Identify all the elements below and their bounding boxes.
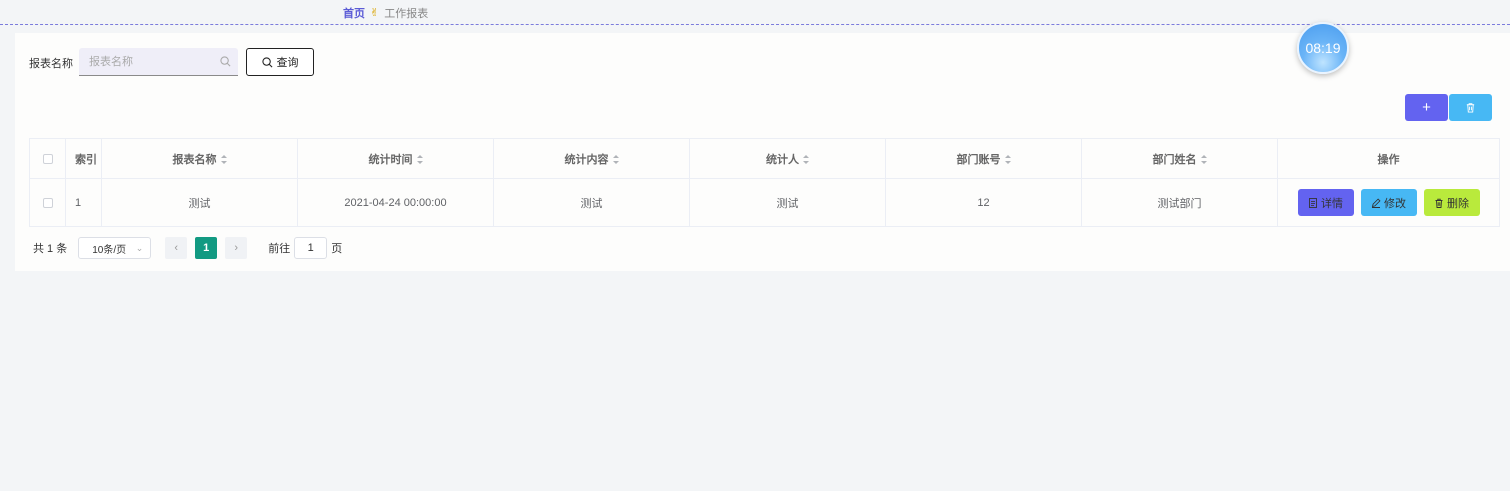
chevron-left-icon: ‹	[174, 242, 179, 254]
pagination: 共 1 条 10条/页 ⌄ ‹ 1 › 前往 页	[33, 237, 342, 259]
sort-icon[interactable]	[1200, 155, 1207, 165]
plus-icon: +	[1422, 99, 1431, 116]
trash-icon	[1466, 103, 1475, 113]
search-icon	[261, 56, 272, 67]
row-checkbox[interactable]	[42, 197, 53, 208]
breadcrumb-home-link[interactable]: 首页	[343, 5, 365, 21]
page-size-select[interactable]: 10条/页 ⌄	[78, 237, 152, 259]
edit-button[interactable]: 修改	[1360, 189, 1417, 216]
column-label: 索引	[75, 153, 97, 166]
column-header-stat-time[interactable]: 统计时间	[297, 138, 494, 179]
edit-button-label: 修改	[1384, 197, 1406, 210]
sort-icon[interactable]	[803, 155, 809, 165]
prev-page-button[interactable]: ‹	[165, 237, 188, 259]
cell-report-name: 测试	[101, 178, 298, 227]
cell-actions: 详情 修改 删除	[1277, 178, 1500, 227]
table-row: 1 测试 2021-04-24 00:00:00 测试 测试 12 测试部门 详…	[29, 178, 1500, 227]
document-icon	[1309, 197, 1317, 208]
delete-button[interactable]: 删除	[1423, 189, 1480, 216]
select-all-cell	[29, 138, 66, 179]
report-name-search-input[interactable]	[79, 48, 238, 76]
column-header-stat-person[interactable]: 统计人	[689, 138, 886, 179]
edit-pencil-icon	[1371, 197, 1381, 208]
column-label: 操作	[1377, 153, 1400, 166]
query-button[interactable]: 查询	[246, 48, 314, 76]
column-label: 部门姓名	[1152, 153, 1197, 166]
chevron-down-icon: ⌄	[135, 242, 144, 253]
cell-stat-person: 测试	[689, 178, 886, 227]
column-header-dept-name[interactable]: 部门姓名	[1081, 138, 1278, 179]
sort-icon[interactable]	[220, 155, 227, 165]
select-all-checkbox[interactable]	[42, 153, 53, 164]
cell-dept-name: 测试部门	[1081, 178, 1278, 227]
breadcrumb: 首页 ✌ 工作报表	[343, 5, 428, 21]
search-label: 报表名称	[29, 58, 73, 70]
sort-icon[interactable]	[612, 155, 619, 165]
column-header-dept-account[interactable]: 部门账号	[885, 138, 1082, 179]
trash-icon	[1435, 198, 1443, 208]
jump-suffix: 页	[331, 243, 343, 255]
page-number-button[interactable]: 1	[195, 237, 218, 259]
column-label: 报表名称	[172, 153, 217, 166]
cell-stat-content: 测试	[493, 178, 690, 227]
column-label: 统计内容	[564, 153, 609, 166]
sort-icon[interactable]	[416, 155, 423, 165]
report-table: 索引 报表名称 统计时间 统计内容 统计人 部门账号 部门姓名 操作 1 测试 …	[29, 138, 1500, 227]
cell-index: 1	[65, 178, 102, 227]
column-label: 统计时间	[368, 153, 413, 166]
column-label: 部门账号	[956, 153, 1001, 166]
jump-label: 前往	[268, 243, 291, 255]
next-page-button[interactable]: ›	[225, 237, 248, 259]
victory-hand-icon: ✌	[370, 6, 380, 19]
pagination-total: 共 1 条	[33, 243, 68, 255]
cell-dept-account: 12	[885, 178, 1082, 227]
delete-button-label: 删除	[1447, 197, 1469, 210]
jump-page-input[interactable]	[294, 237, 328, 259]
column-header-actions: 操作	[1277, 138, 1500, 179]
column-label: 统计人	[766, 153, 799, 166]
table-header-row: 索引 报表名称 统计时间 统计内容 统计人 部门账号 部门姓名 操作	[29, 138, 1500, 179]
column-header-stat-content[interactable]: 统计内容	[493, 138, 690, 179]
clock-time: 08:19	[1305, 40, 1341, 56]
sort-icon[interactable]	[1004, 155, 1011, 165]
chevron-right-icon: ›	[234, 242, 239, 254]
breadcrumb-bar: 首页 ✌ 工作报表	[0, 0, 1510, 25]
cell-stat-time: 2021-04-24 00:00:00	[297, 178, 494, 227]
add-button[interactable]: +	[1405, 94, 1448, 121]
content-panel: 报表名称 查询 + 索引 报表名称 统计时间 统计内容	[15, 33, 1510, 271]
breadcrumb-current: 工作报表	[384, 8, 429, 20]
page-size-value: 10条/页	[92, 244, 127, 256]
batch-delete-button[interactable]	[1449, 94, 1492, 121]
floating-clock[interactable]: 08:19	[1297, 22, 1349, 74]
query-button-label: 查询	[276, 57, 299, 69]
column-header-index: 索引	[65, 138, 102, 179]
search-icon	[220, 56, 231, 67]
detail-button[interactable]: 详情	[1297, 189, 1354, 216]
column-header-report-name[interactable]: 报表名称	[101, 138, 298, 179]
row-select-cell	[29, 178, 66, 227]
detail-button-label: 详情	[1321, 197, 1343, 210]
